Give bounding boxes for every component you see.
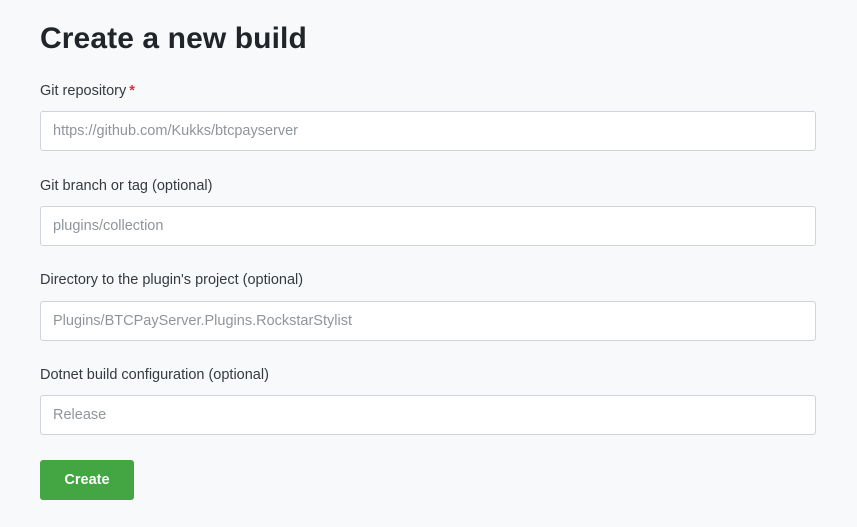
project-directory-input[interactable]	[40, 301, 816, 341]
build-configuration-label: Dotnet build configuration (optional)	[40, 367, 269, 383]
build-configuration-input[interactable]	[40, 395, 816, 435]
git-repository-input[interactable]	[40, 111, 816, 151]
git-branch-input[interactable]	[40, 206, 816, 246]
git-repository-label: Git repository *	[40, 81, 135, 101]
create-build-page: Create a new build Git repository* Git b…	[0, 0, 857, 527]
project-directory-label: Directory to the plugin's project (optio…	[40, 272, 304, 288]
page-title: Create a new build	[40, 22, 307, 55]
git-branch-label: Git branch or tag (optional)	[40, 178, 213, 194]
required-marker: *	[129, 83, 135, 99]
git-repository-label-text: Git repository	[40, 83, 127, 99]
create-button[interactable]: Create	[40, 460, 134, 500]
